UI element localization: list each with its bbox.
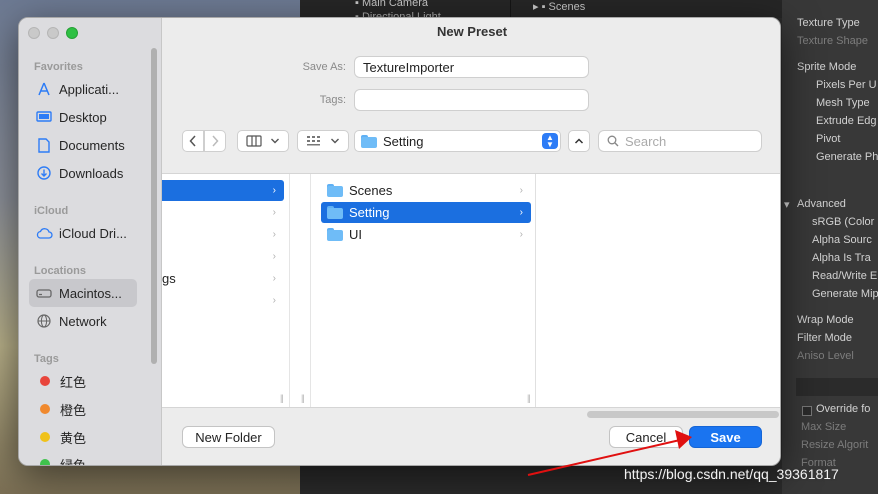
watermark: https://blog.csdn.net/qq_39361817 <box>624 466 839 482</box>
annotation-arrow-icon <box>527 430 692 476</box>
